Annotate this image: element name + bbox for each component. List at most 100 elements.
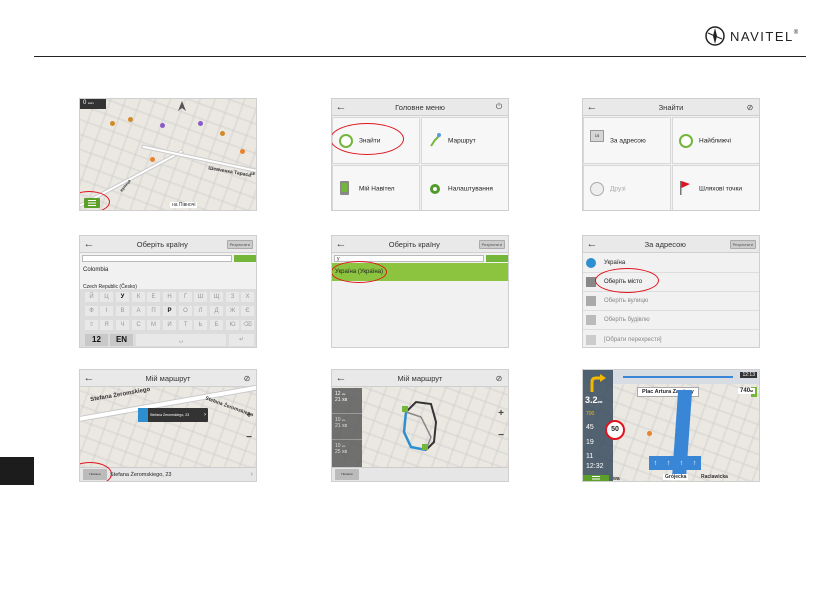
zoom-in-button[interactable]: +	[498, 408, 504, 419]
key[interactable]: И	[163, 320, 176, 330]
poi-icon	[110, 121, 115, 126]
route-option[interactable]: 12 км 21 хв	[332, 388, 362, 414]
key[interactable]: Т	[179, 320, 192, 330]
back-arrow-icon[interactable]: ←	[583, 238, 601, 250]
back-arrow-icon[interactable]: ←	[332, 372, 350, 384]
key[interactable]: Х	[241, 292, 254, 302]
crossroad-row[interactable]: [Обрати перехрестя]	[583, 330, 759, 347]
back-arrow-icon[interactable]: ←	[332, 101, 350, 113]
street-label: SE	[250, 171, 256, 176]
key[interactable]: М	[147, 320, 160, 330]
key[interactable]: Є	[241, 306, 254, 316]
header-divider	[34, 56, 806, 57]
waypoints-tile[interactable]: Шляхові точки	[672, 165, 759, 210]
point-popup[interactable]: Stefana Żeromskiego, 23 ›	[138, 408, 208, 422]
street-row[interactable]: Оберіть вулицю	[583, 292, 759, 311]
key[interactable]: Д	[210, 306, 223, 316]
go-button[interactable]: Поїхали	[335, 469, 359, 480]
brand-reg: ®	[793, 30, 799, 36]
screen-title: Мій маршрут	[145, 373, 191, 383]
screen-title: Оберіть країну	[388, 239, 440, 249]
route-label: Маршрут	[448, 137, 476, 144]
keyboard-toggle[interactable]	[234, 255, 256, 262]
house-value: Оберіть будівлю	[604, 317, 650, 323]
list-item[interactable]: Colombia	[80, 266, 256, 274]
key[interactable]: О	[179, 306, 192, 316]
lane-arrow-icon: ↑	[692, 459, 697, 467]
back-arrow-icon[interactable]: ←	[332, 238, 350, 250]
results-button[interactable]: Результати	[729, 239, 756, 249]
screen-by-address: ← За адресою Результати Україна Оберіть …	[582, 235, 760, 348]
friends-tile[interactable]: Друзі	[583, 165, 671, 210]
settings-tile[interactable]: Налаштування	[421, 165, 508, 210]
key[interactable]: Г	[179, 292, 192, 302]
info-value: 700	[586, 411, 595, 417]
route-option[interactable]: 10 км 25 хв	[332, 440, 362, 466]
key[interactable]: Ц	[100, 292, 113, 302]
poi-icon	[150, 157, 155, 162]
navitel-logo: NAVITEL ®	[704, 25, 798, 47]
map-view-icon[interactable]: ⊘	[741, 103, 759, 112]
north-arrow-icon[interactable]	[177, 101, 187, 111]
backspace-key[interactable]: ⌫	[241, 320, 254, 330]
numbers-key[interactable]: 12	[85, 334, 108, 346]
keyboard-toggle[interactable]	[486, 255, 508, 262]
language-key[interactable]: EN	[110, 334, 133, 346]
key[interactable]: В	[116, 306, 129, 316]
key[interactable]: Ь	[194, 320, 207, 330]
side-tab	[0, 457, 34, 485]
screen-navigation: 12:13 3.2км 700 45 19 11 12:32 Plac Artu…	[582, 369, 760, 482]
distance-right-value: 740	[740, 388, 751, 394]
key[interactable]: Ф	[85, 306, 98, 316]
by-address-tile[interactable]: 15 За адресою	[583, 117, 671, 164]
key[interactable]: Б	[210, 320, 223, 330]
key[interactable]: П	[147, 306, 160, 316]
key[interactable]: С	[132, 320, 145, 330]
results-button[interactable]: Результати	[478, 239, 505, 249]
power-icon[interactable]: ⏻	[490, 102, 508, 112]
route-option[interactable]: 10 км 21 хв	[332, 414, 362, 440]
key[interactable]: К	[132, 292, 145, 302]
by-address-label: За адресою	[610, 137, 646, 144]
my-navitel-tile[interactable]: Мій Навітел	[332, 165, 420, 210]
screen-select-country-result: ← Оберіть країну Результати у Україна (У…	[331, 235, 509, 348]
house-row[interactable]: Оберіть будівлю	[583, 311, 759, 330]
key[interactable]: Ч	[116, 320, 129, 330]
back-arrow-icon[interactable]: ←	[583, 101, 601, 113]
zoom-in-button[interactable]: +	[246, 410, 252, 421]
key[interactable]: Ш	[194, 292, 207, 302]
nearest-label: Найближчі	[699, 137, 731, 144]
key[interactable]: У	[116, 292, 129, 302]
lane-arrow-icon: ↑	[666, 459, 671, 467]
destination-address: Stefana Żeromskiego, 23	[110, 471, 172, 478]
zoom-out-button[interactable]: −	[498, 430, 504, 441]
route-tile[interactable]: Маршрут	[421, 117, 508, 164]
enter-key[interactable]: ↵	[229, 334, 254, 346]
key[interactable]: А	[132, 306, 145, 316]
chevron-right-icon[interactable]: ›	[251, 471, 253, 478]
key[interactable]: Ж	[226, 306, 239, 316]
search-input[interactable]	[82, 255, 232, 262]
nearest-tile[interactable]: Найближчі	[672, 117, 759, 164]
route-time: 21 хв	[335, 397, 348, 403]
back-arrow-icon[interactable]: ←	[80, 372, 98, 384]
back-arrow-icon[interactable]: ←	[80, 238, 98, 250]
key[interactable]: Й	[85, 292, 98, 302]
key[interactable]: З	[226, 292, 239, 302]
map-view-icon[interactable]: ⊘	[490, 374, 508, 383]
shift-key[interactable]: ⇧	[85, 320, 98, 330]
key[interactable]: Р	[163, 306, 176, 316]
key[interactable]: Ю	[226, 320, 239, 330]
key[interactable]: Я	[100, 320, 113, 330]
key[interactable]: Н	[163, 292, 176, 302]
map-view-icon[interactable]: ⊘	[238, 374, 256, 383]
key[interactable]: Л	[194, 306, 207, 316]
space-key[interactable]: ␣	[136, 334, 226, 346]
results-button[interactable]: Результати	[226, 239, 253, 249]
key[interactable]: І	[100, 306, 113, 316]
menu-button[interactable]	[583, 475, 609, 481]
zoom-out-button[interactable]: −	[246, 432, 252, 443]
key[interactable]: Щ	[210, 292, 223, 302]
key[interactable]: Е	[147, 292, 160, 302]
topbar: ← Оберіть країну Результати	[80, 236, 256, 253]
